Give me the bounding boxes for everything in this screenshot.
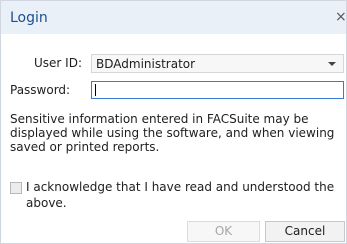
acknowledge-label[interactable]: I acknowledge that I have read and under… [26, 179, 346, 211]
acknowledge-checkbox[interactable] [10, 182, 22, 194]
user-id-selected-value: BDAdministrator [96, 57, 196, 71]
close-icon[interactable]: × [335, 9, 347, 25]
text-caret [95, 84, 96, 96]
user-id-label: User ID: [34, 56, 82, 70]
password-field[interactable] [91, 81, 344, 99]
dropdown-arrow-icon[interactable] [328, 62, 336, 66]
dialog-title: Login [10, 10, 48, 26]
cancel-button[interactable]: Cancel [265, 221, 345, 242]
password-label: Password: [10, 83, 71, 97]
title-bar: Login × [1, 1, 347, 34]
user-id-select[interactable]: BDAdministrator [91, 54, 344, 73]
ok-button[interactable]: OK [187, 221, 260, 242]
login-dialog: Login × User ID: BDAdministrator Passwor… [0, 0, 347, 244]
sensitive-info-text: Sensitive information entered in FACSuit… [10, 112, 335, 154]
